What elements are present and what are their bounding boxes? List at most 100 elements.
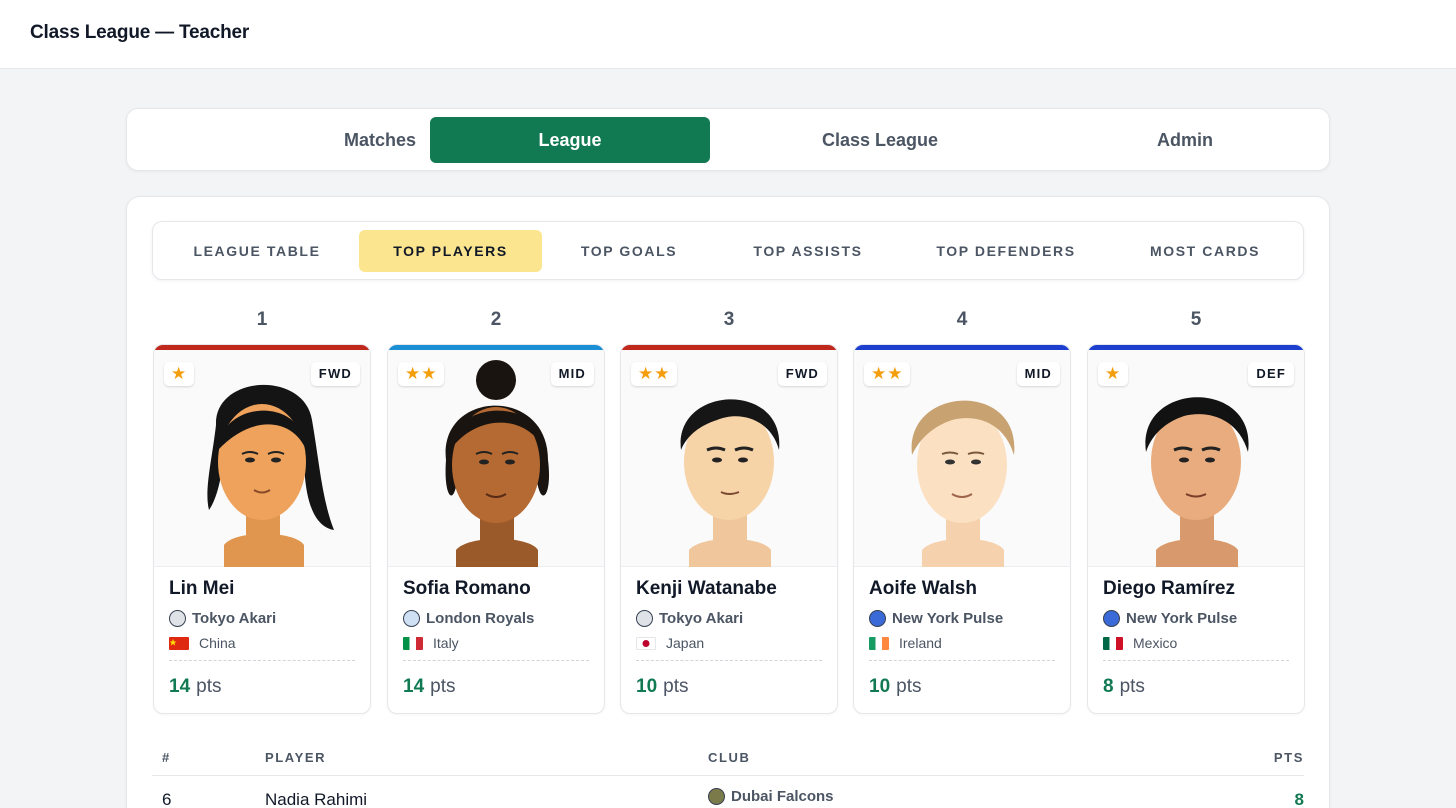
club-name: New York Pulse	[892, 610, 1004, 627]
player-name: Kenji Watanabe	[636, 578, 777, 599]
main-nav: Matches League Class League Admin	[126, 108, 1330, 171]
divider	[636, 660, 822, 661]
divider	[403, 660, 589, 661]
player-card[interactable]: ★★ MID Sofia Romano London Royals Italy …	[387, 344, 605, 714]
rank-number: 3	[723, 309, 735, 330]
player-portrait: ★★ MID	[854, 350, 1070, 567]
player-name: Diego Ramírez	[1103, 578, 1235, 599]
table-row-rank: 6	[162, 790, 172, 808]
points-unit: pts	[896, 676, 922, 697]
points-unit: pts	[430, 676, 456, 697]
player-portrait: ★★ MID	[388, 350, 604, 567]
star-rating: ★★	[631, 362, 678, 386]
player-name: Sofia Romano	[403, 578, 531, 599]
star-rating: ★	[164, 362, 195, 386]
country-name: Ireland	[899, 635, 942, 651]
player-club: Tokyo Akari	[169, 610, 276, 627]
player-club: New York Pulse	[1103, 610, 1237, 627]
club-name: New York Pulse	[1126, 610, 1238, 627]
player-country: Ireland	[869, 635, 942, 651]
club-crest-icon	[169, 610, 186, 627]
player-portrait: ★ DEF	[1088, 350, 1304, 567]
player-club: London Royals	[403, 610, 534, 627]
player-points: 14 pts	[169, 676, 222, 698]
tab-class-league[interactable]: Class League	[755, 117, 1005, 163]
flag-mexico-icon	[1103, 636, 1123, 650]
star-rating: ★	[1098, 362, 1129, 386]
points-value: 14	[169, 676, 191, 697]
club-name: Dubai Falcons	[731, 788, 834, 805]
club-name: Tokyo Akari	[192, 610, 277, 627]
player-name: Aoife Walsh	[869, 578, 978, 599]
table-row-player[interactable]: Nadia Rahimi	[265, 790, 367, 808]
points-value: 10	[636, 676, 658, 697]
player-card[interactable]: ★★ MID Aoife Walsh New York Pulse Irelan…	[853, 344, 1071, 714]
app-title: Class League — Teacher	[30, 22, 250, 43]
country-name: Japan	[666, 635, 705, 651]
position-badge: MID	[550, 362, 594, 386]
player-points: 10 pts	[869, 676, 922, 698]
position-badge: MID	[1016, 362, 1060, 386]
player-country: Japan	[636, 635, 704, 651]
table-row-club: Dubai Falcons	[708, 788, 834, 805]
player-portrait: ★★ FWD	[621, 350, 837, 567]
club-crest-icon	[636, 610, 653, 627]
subtab-top-defenders[interactable]: TOP DEFENDERS	[916, 230, 1096, 272]
player-country: Italy	[403, 635, 459, 651]
position-badge: DEF	[1248, 362, 1294, 386]
club-name: Tokyo Akari	[659, 610, 744, 627]
player-card[interactable]: ★ DEF Diego Ramírez New York Pulse Mexic…	[1087, 344, 1305, 714]
player-country: China	[169, 635, 236, 651]
points-unit: pts	[196, 676, 222, 697]
player-club: New York Pulse	[869, 610, 1003, 627]
rank-number: 1	[256, 309, 268, 330]
top-bar: Class League — Teacher	[0, 0, 1456, 69]
star-rating: ★★	[864, 362, 911, 386]
player-name: Lin Mei	[169, 578, 235, 599]
points-value: 8	[1103, 676, 1114, 697]
divider	[1103, 660, 1289, 661]
table-header-points: PTS	[1273, 750, 1304, 765]
subtab-most-cards[interactable]: MOST CARDS	[1115, 230, 1295, 272]
player-country: Mexico	[1103, 635, 1177, 651]
table-header-rank: #	[162, 750, 171, 765]
divider	[169, 660, 355, 661]
league-panel: LEAGUE TABLE TOP PLAYERS TOP GOALS TOP A…	[126, 196, 1330, 808]
country-name: Mexico	[1133, 635, 1178, 651]
club-crest-icon	[403, 610, 420, 627]
flag-china-icon	[169, 636, 189, 650]
player-card[interactable]: ★★ FWD Kenji Watanabe Tokyo Akari Japan …	[620, 344, 838, 714]
club-name: London Royals	[426, 610, 535, 627]
club-crest-icon	[869, 610, 886, 627]
player-points: 14 pts	[403, 676, 456, 698]
flag-italy-icon	[403, 636, 423, 650]
table-header-club: CLUB	[708, 750, 751, 765]
table-row-points: 8	[1294, 790, 1304, 808]
star-rating: ★★	[398, 362, 445, 386]
player-portrait: ★ FWD	[154, 350, 370, 567]
player-card[interactable]: ★ FWD Lin Mei Tokyo Akari China 14 pts	[153, 344, 371, 714]
divider	[869, 660, 1055, 661]
subtab-top-players[interactable]: TOP PLAYERS	[359, 230, 542, 272]
position-badge: FWD	[777, 362, 827, 386]
points-value: 10	[869, 676, 891, 697]
country-name: Italy	[433, 635, 459, 651]
player-points: 8 pts	[1103, 676, 1145, 698]
points-unit: pts	[663, 676, 689, 697]
league-sub-nav: LEAGUE TABLE TOP PLAYERS TOP GOALS TOP A…	[152, 221, 1304, 280]
rank-number: 2	[490, 309, 502, 330]
flag-ireland-icon	[869, 636, 889, 650]
tab-league[interactable]: League	[430, 117, 710, 163]
tab-admin[interactable]: Admin	[1060, 117, 1310, 163]
club-crest-icon	[1103, 610, 1120, 627]
subtab-league-table[interactable]: LEAGUE TABLE	[171, 230, 343, 272]
table-divider	[152, 775, 1304, 776]
table-header-player: PLAYER	[265, 750, 327, 765]
player-points: 10 pts	[636, 676, 689, 698]
player-club: Tokyo Akari	[636, 610, 743, 627]
points-value: 14	[403, 676, 425, 697]
subtab-top-assists[interactable]: TOP ASSISTS	[727, 230, 889, 272]
club-crest-icon	[708, 788, 725, 805]
rank-number: 4	[956, 309, 968, 330]
subtab-top-goals[interactable]: TOP GOALS	[548, 230, 710, 272]
